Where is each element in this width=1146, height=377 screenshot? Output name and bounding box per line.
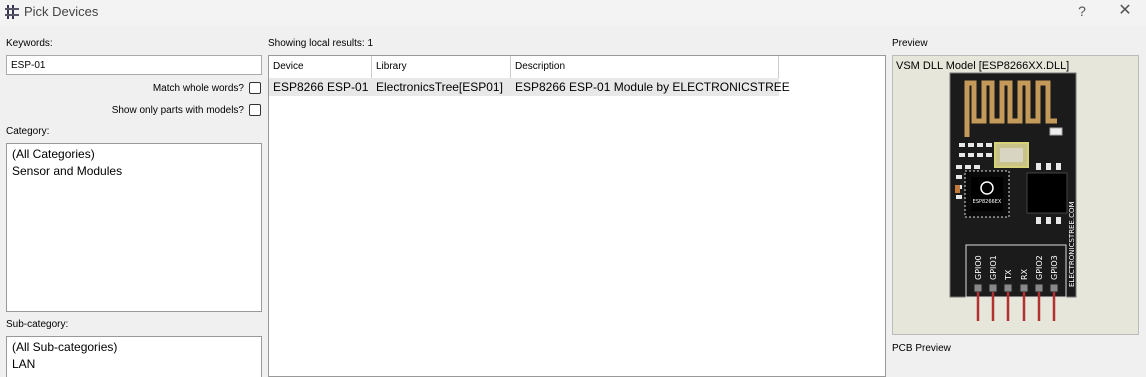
row-library: ElectronicsTree[ESP01] xyxy=(376,80,503,94)
show-only-models-checkbox[interactable] xyxy=(249,104,261,116)
subcategory-item-lan[interactable]: LAN xyxy=(7,356,261,373)
window-title: Pick Devices xyxy=(24,4,99,19)
show-only-models-label: Show only parts with models? xyxy=(111,105,244,116)
pin-label: GPIO3 xyxy=(1050,255,1059,280)
smd-resistor xyxy=(1049,127,1063,136)
pin-label: GPIO0 xyxy=(974,255,983,280)
keywords-label: Keywords: xyxy=(6,38,53,49)
category-list[interactable]: (All Categories) Sensor and Modules xyxy=(6,143,262,312)
results-header: Device Library Description xyxy=(269,56,779,79)
category-item-all[interactable]: (All Categories) xyxy=(7,146,261,163)
board-brand-text: ELECTRONICSTREE.COM xyxy=(1068,201,1076,287)
column-header-device[interactable]: Device xyxy=(269,56,372,78)
subcategory-list[interactable]: (All Sub-categories) LAN xyxy=(6,336,262,377)
row-device: ESP8266 ESP-01 xyxy=(273,80,369,94)
keywords-input[interactable] xyxy=(6,55,262,75)
flash-chip xyxy=(1026,172,1068,214)
pcb-preview-label: PCB Preview xyxy=(892,343,951,354)
results-table: Device Library Description ESP8266 ESP-0… xyxy=(268,55,886,377)
esp01-module-preview: ESP8266EX ELECTRONICSTREE.COM GPIO0 GPIO1… xyxy=(949,72,1077,321)
table-row[interactable]: ESP8266 ESP-01 ElectronicsTree[ESP01] ES… xyxy=(269,78,790,96)
close-button[interactable]: ✕ xyxy=(1112,2,1138,22)
pin-label: GPIO2 xyxy=(1035,255,1044,280)
chip-label: ESP8266EX xyxy=(973,199,1002,205)
match-whole-words-checkbox[interactable] xyxy=(249,82,261,94)
category-item-sensor-modules[interactable]: Sensor and Modules xyxy=(7,163,261,180)
column-header-library[interactable]: Library xyxy=(372,56,511,78)
match-whole-words-label: Match whole words? xyxy=(152,83,244,94)
pin-label: RX xyxy=(1020,268,1029,280)
pick-devices-icon xyxy=(5,5,19,19)
pin-label: GPIO1 xyxy=(989,255,998,280)
row-description: ESP8266 ESP-01 Module by ELECTRONICSTREE xyxy=(515,80,790,94)
pin-label: TX xyxy=(1004,269,1013,281)
preview-label: Preview xyxy=(892,38,928,49)
title-bar: Pick Devices ? ✕ xyxy=(0,0,1146,26)
results-summary: Showing local results: 1 xyxy=(268,38,374,49)
category-label: Category: xyxy=(6,126,50,137)
column-header-description[interactable]: Description xyxy=(511,56,779,78)
subcategory-label: Sub-category: xyxy=(6,319,69,330)
help-button[interactable]: ? xyxy=(1070,2,1094,22)
subcategory-item-all[interactable]: (All Sub-categories) xyxy=(7,339,261,356)
